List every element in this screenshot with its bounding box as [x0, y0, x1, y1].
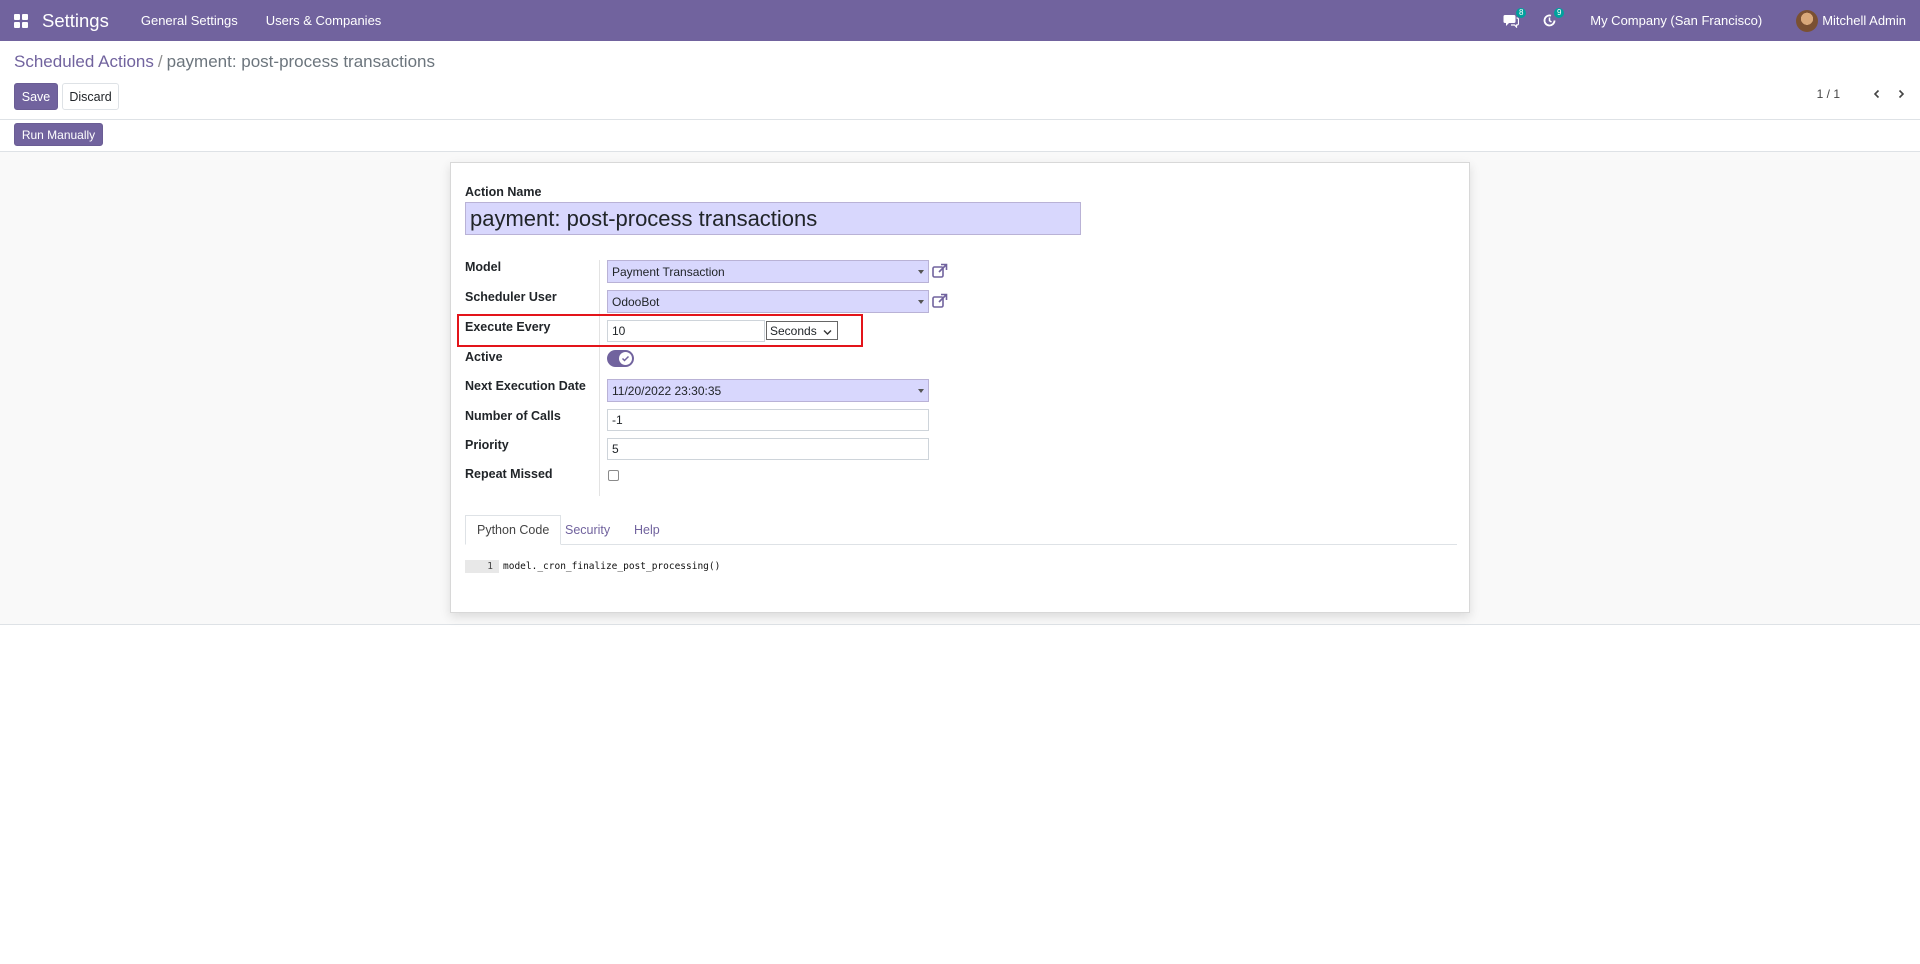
run-manually-button[interactable]: Run Manually — [14, 123, 103, 146]
activities-icon[interactable]: 9 — [1538, 7, 1565, 32]
caret-down-icon — [918, 270, 924, 274]
priority-input[interactable]: 5 — [607, 438, 929, 460]
app-title[interactable]: Settings — [42, 10, 109, 32]
menu-general-settings[interactable]: General Settings — [141, 13, 238, 28]
active-toggle[interactable] — [607, 350, 634, 367]
notebook-tabs: Python Code Security Help — [465, 515, 1457, 545]
menu-users-companies[interactable]: Users & Companies — [266, 13, 382, 28]
code-line-number: 1 — [465, 560, 499, 573]
discard-button[interactable]: Discard — [62, 83, 119, 110]
tab-help[interactable]: Help — [623, 515, 671, 545]
tab-python-code[interactable]: Python Code — [465, 515, 562, 545]
action-name-label: Action Name — [465, 185, 542, 199]
form-statusbar: Run Manually — [0, 120, 1920, 152]
toggle-knob — [619, 352, 632, 365]
chevron-left-icon — [1873, 89, 1880, 99]
external-link-icon[interactable] — [931, 262, 949, 280]
chevron-right-icon — [1898, 89, 1905, 99]
user-avatar[interactable] — [1796, 9, 1819, 32]
pager-next[interactable] — [1892, 85, 1910, 103]
top-navbar: Settings General Settings Users & Compan… — [0, 0, 1920, 41]
model-select[interactable]: Payment Transaction — [607, 260, 929, 283]
active-label: Active — [465, 350, 503, 364]
code-editor-line[interactable]: model._cron_finalize_post_processing() — [503, 560, 720, 573]
external-link-icon[interactable] — [931, 292, 949, 310]
execute-every-number-input[interactable]: 10 — [607, 320, 765, 342]
priority-label: Priority — [465, 438, 509, 452]
repeat-missed-label: Repeat Missed — [465, 467, 553, 481]
scheduler-user-value: OdooBot — [612, 294, 660, 309]
caret-down-icon — [918, 389, 924, 393]
model-value: Payment Transaction — [612, 264, 725, 279]
breadcrumb-current: payment: post-process transactions — [166, 52, 435, 71]
number-of-calls-label: Number of Calls — [465, 409, 561, 423]
form-sheet: Action Name payment: post-process transa… — [450, 162, 1470, 613]
messages-icon[interactable]: 8 — [1500, 7, 1527, 32]
tab-security[interactable]: Security — [554, 515, 621, 545]
breadcrumb-scheduled-actions[interactable]: Scheduled Actions — [14, 52, 154, 72]
execute-every-unit-select[interactable]: Seconds — [766, 321, 838, 340]
pager-previous[interactable] — [1868, 85, 1886, 103]
breadcrumb-separator: / — [157, 52, 163, 71]
label-separator — [599, 260, 600, 496]
control-panel: Scheduled Actions / payment: post-proces… — [0, 41, 1920, 120]
check-icon — [621, 355, 630, 362]
user-menu[interactable]: Mitchell Admin — [1822, 13, 1906, 28]
action-name-input[interactable]: payment: post-process transactions — [465, 202, 1081, 235]
apps-menu-icon[interactable] — [14, 13, 28, 28]
next-execution-label: Next Execution Date — [465, 379, 586, 393]
messages-badge: 8 — [1516, 7, 1527, 18]
breadcrumb: Scheduled Actions / payment: post-proces… — [14, 52, 435, 72]
number-of-calls-input[interactable]: -1 — [607, 409, 929, 431]
repeat-missed-checkbox[interactable] — [608, 470, 619, 481]
execute-every-unit-value: Seconds — [770, 323, 817, 338]
company-switcher[interactable]: My Company (San Francisco) — [1590, 13, 1762, 28]
caret-down-icon — [918, 300, 924, 304]
save-button[interactable]: Save — [14, 83, 58, 110]
scheduler-user-select[interactable]: OdooBot — [607, 290, 929, 313]
pager-value[interactable]: 1 / 1 — [1817, 87, 1840, 101]
next-execution-date-input[interactable]: 11/20/2022 23:30:35 — [607, 379, 929, 402]
scheduler-user-label: Scheduler User — [465, 290, 557, 304]
activities-badge: 9 — [1554, 7, 1565, 18]
systray: 8 9 My Company (San Francisco) Mitchell … — [1500, 0, 1920, 41]
execute-every-label: Execute Every — [465, 320, 551, 334]
chevron-down-icon — [823, 330, 832, 335]
model-label: Model — [465, 260, 502, 274]
next-execution-value: 11/20/2022 23:30:35 — [612, 383, 722, 398]
